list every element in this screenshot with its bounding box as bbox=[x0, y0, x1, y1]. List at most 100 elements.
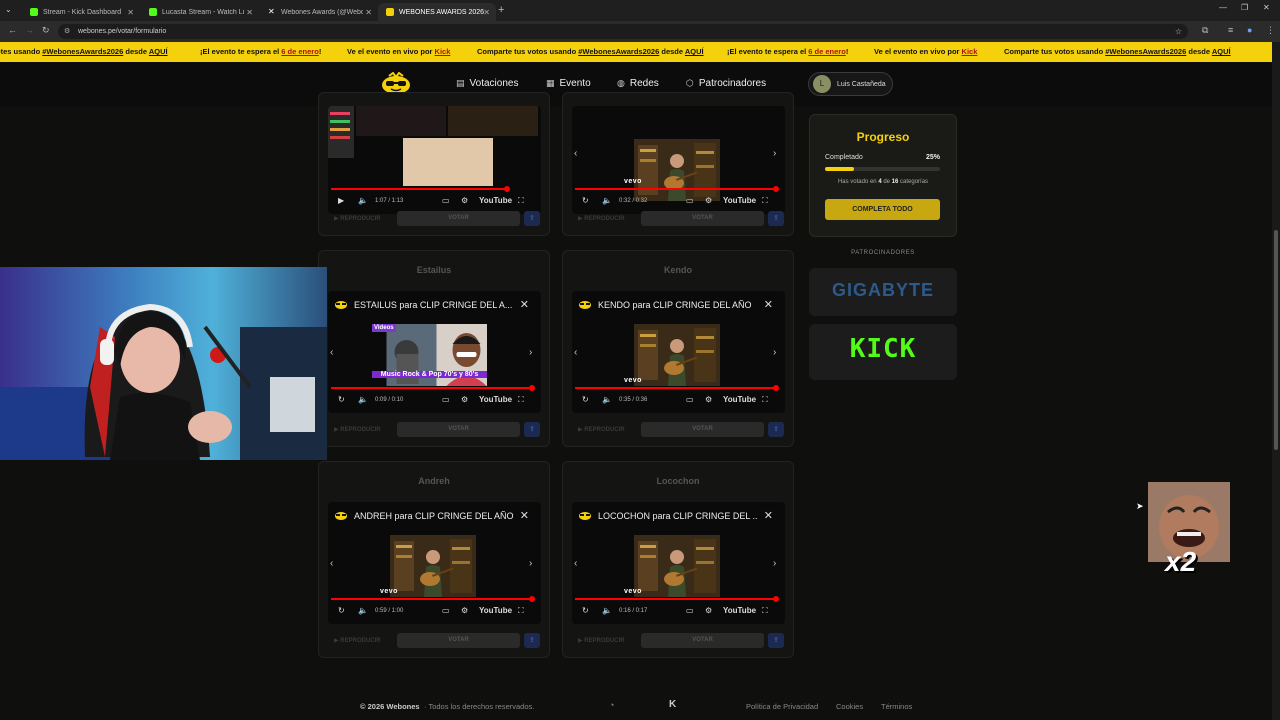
play-video-button[interactable]: ▶ REPRODUCIR bbox=[334, 215, 381, 222]
close-icon[interactable]: ✕ bbox=[764, 298, 773, 311]
fullscreen-icon[interactable]: ⛶ bbox=[518, 606, 524, 616]
replay-icon[interactable]: ↻ bbox=[582, 395, 589, 404]
complete-all-button[interactable]: COMPLETA TODO bbox=[825, 199, 940, 220]
forward-icon[interactable]: → bbox=[25, 25, 34, 35]
tab-close-icon[interactable]: ✕ bbox=[365, 8, 372, 17]
bookmark-star-icon[interactable]: ☆ bbox=[1175, 24, 1182, 39]
video-progress-bar[interactable] bbox=[331, 598, 532, 600]
play-video-button[interactable]: ▶ REPRODUCIR bbox=[334, 637, 381, 644]
share-icon[interactable]: ⇪ bbox=[768, 422, 784, 437]
video-title[interactable]: ESTAILUS para CLIP CRINGE DEL A... bbox=[354, 300, 514, 310]
play-video-button[interactable]: ▶ REPRODUCIR bbox=[334, 426, 381, 433]
captions-icon[interactable]: ▭ bbox=[686, 395, 694, 404]
captions-icon[interactable]: ▭ bbox=[442, 395, 450, 404]
back-icon[interactable]: ← bbox=[8, 25, 17, 35]
close-icon[interactable]: ✕ bbox=[520, 509, 529, 522]
fullscreen-icon[interactable]: ⛶ bbox=[518, 395, 524, 405]
next-arrow-icon[interactable]: › bbox=[773, 558, 776, 569]
play-video-button[interactable]: ▶ REPRODUCIR bbox=[578, 215, 625, 222]
captions-icon[interactable]: ▭ bbox=[686, 606, 694, 615]
nav-patrocinadores[interactable]: ⬡ Patrocinadores bbox=[686, 78, 766, 89]
tab-menu-icon[interactable]: ⌄ bbox=[5, 5, 12, 14]
vote-button[interactable]: VOTAR bbox=[641, 633, 764, 648]
prev-arrow-icon[interactable]: ‹ bbox=[574, 347, 577, 358]
close-icon[interactable]: ✕ bbox=[764, 509, 773, 522]
video-progress-bar[interactable] bbox=[331, 188, 507, 190]
scrollbar-thumb[interactable] bbox=[1274, 230, 1278, 450]
youtube-embed-player[interactable]: KENDO para CLIP CRINGE DEL AÑO ✕ vevo ‹ › ↻ 🔈 0… bbox=[572, 291, 785, 413]
settings-gear-icon[interactable]: ⚙ bbox=[705, 395, 712, 404]
minimize-icon[interactable]: — bbox=[1219, 3, 1227, 12]
ticker-link-kick[interactable]: Kick bbox=[962, 47, 978, 56]
vote-button[interactable]: VOTAR bbox=[641, 211, 764, 226]
share-icon[interactable]: ⇪ bbox=[524, 422, 540, 437]
close-icon[interactable]: ✕ bbox=[520, 298, 529, 311]
menu-kebab-icon[interactable]: ⋮ bbox=[1266, 25, 1275, 36]
captions-icon[interactable]: ▭ bbox=[442, 606, 450, 615]
extensions-icon[interactable]: ⧉ bbox=[1202, 25, 1208, 36]
nav-votaciones[interactable]: ▤ Votaciones bbox=[456, 78, 518, 89]
settings-gear-icon[interactable]: ⚙ bbox=[461, 606, 468, 615]
browser-tab-4-active[interactable]: WEBONES AWARDS 2026 ✕ bbox=[378, 3, 496, 21]
video-title[interactable]: KENDO para CLIP CRINGE DEL AÑO bbox=[598, 300, 758, 310]
address-bar[interactable]: ⚙ webones.pe/votar/formulario ☆ bbox=[58, 24, 1188, 39]
volume-icon[interactable]: 🔈 bbox=[358, 196, 368, 205]
volume-icon[interactable]: 🔈 bbox=[602, 606, 612, 615]
share-icon[interactable]: ⇪ bbox=[524, 211, 540, 226]
tab-close-icon[interactable]: ✕ bbox=[246, 8, 253, 17]
prev-arrow-icon[interactable]: ‹ bbox=[330, 558, 333, 569]
prev-arrow-icon[interactable]: ‹ bbox=[574, 148, 577, 159]
tab-close-icon[interactable]: ✕ bbox=[127, 8, 134, 17]
volume-icon[interactable]: 🔈 bbox=[358, 606, 368, 615]
ticker-link[interactable]: AQUÍ bbox=[685, 47, 704, 56]
footer-terms-link[interactable]: Términos bbox=[881, 702, 912, 711]
video-title[interactable]: LOCOCHON para CLIP CRINGE DEL ... bbox=[598, 511, 758, 521]
settings-gear-icon[interactable]: ⚙ bbox=[705, 196, 712, 205]
user-menu-button[interactable]: L Luis Castañeda bbox=[808, 72, 893, 96]
maximize-icon[interactable]: ❐ bbox=[1241, 3, 1248, 12]
video-scrubber[interactable] bbox=[773, 385, 779, 391]
webones-logo-icon[interactable] bbox=[381, 72, 411, 94]
youtube-embed-player[interactable]: ▶ 🔈 1:07 / 1:13 ▭ ⚙ YouTube ⛶ bbox=[328, 106, 541, 214]
next-arrow-icon[interactable]: › bbox=[529, 558, 532, 569]
settings-gear-icon[interactable]: ⚙ bbox=[461, 196, 468, 205]
fullscreen-icon[interactable]: ⛶ bbox=[762, 196, 768, 206]
replay-icon[interactable]: ↻ bbox=[338, 395, 345, 404]
browser-tab-3[interactable]: ✕ Webones Awards (@WebonesA ✕ bbox=[260, 3, 378, 21]
youtube-embed-player[interactable]: ESTAILUS para CLIP CRINGE DEL A... ✕ Video… bbox=[328, 291, 541, 413]
play-icon[interactable]: ▶ bbox=[338, 196, 344, 205]
volume-icon[interactable]: 🔈 bbox=[358, 395, 368, 404]
ticker-link[interactable]: AQUÍ bbox=[149, 47, 168, 56]
footer-privacy-link[interactable]: Política de Privacidad bbox=[746, 702, 818, 711]
youtube-embed-player[interactable]: ANDREH para CLIP CRINGE DEL AÑO ✕ vevo ‹ › ↻ 🔈… bbox=[328, 502, 541, 624]
ticker-link-kick[interactable]: Kick bbox=[435, 47, 451, 56]
youtube-logo[interactable]: YouTube bbox=[723, 196, 756, 205]
next-arrow-icon[interactable]: › bbox=[529, 347, 532, 358]
video-progress-bar[interactable] bbox=[575, 387, 776, 389]
settings-gear-icon[interactable]: ⚙ bbox=[461, 395, 468, 404]
settings-gear-icon[interactable]: ⚙ bbox=[705, 606, 712, 615]
youtube-logo[interactable]: YouTube bbox=[723, 606, 756, 615]
footer-kick-icon[interactable]: K bbox=[669, 699, 676, 710]
volume-icon[interactable]: 🔈 bbox=[602, 196, 612, 205]
replay-icon[interactable]: ↻ bbox=[582, 606, 589, 615]
vote-button[interactable]: VOTAR bbox=[397, 633, 520, 648]
replay-icon[interactable]: ↻ bbox=[338, 606, 345, 615]
video-progress-bar[interactable] bbox=[575, 598, 776, 600]
share-icon[interactable]: ⇪ bbox=[524, 633, 540, 648]
fullscreen-icon[interactable]: ⛶ bbox=[762, 606, 768, 616]
ticker-link[interactable]: AQUÍ bbox=[1212, 47, 1231, 56]
next-arrow-icon[interactable]: › bbox=[773, 148, 776, 159]
youtube-logo[interactable]: YouTube bbox=[479, 196, 512, 205]
prev-arrow-icon[interactable]: ‹ bbox=[574, 558, 577, 569]
vote-button[interactable]: VOTAR bbox=[397, 422, 520, 437]
browser-tab-2[interactable]: Lucasta Stream - Watch Live on ✕ bbox=[141, 3, 259, 21]
reload-icon[interactable]: ↻ bbox=[42, 25, 50, 36]
browser-tab-1[interactable]: Stream - Kick Dashboard ✕ bbox=[22, 3, 140, 21]
footer-cookies-link[interactable]: Cookies bbox=[836, 702, 863, 711]
volume-icon[interactable]: 🔈 bbox=[602, 395, 612, 404]
captions-icon[interactable]: ▭ bbox=[442, 196, 450, 205]
video-scrubber[interactable] bbox=[504, 186, 510, 192]
share-icon[interactable]: ⇪ bbox=[768, 633, 784, 648]
share-icon[interactable]: ⇪ bbox=[768, 211, 784, 226]
